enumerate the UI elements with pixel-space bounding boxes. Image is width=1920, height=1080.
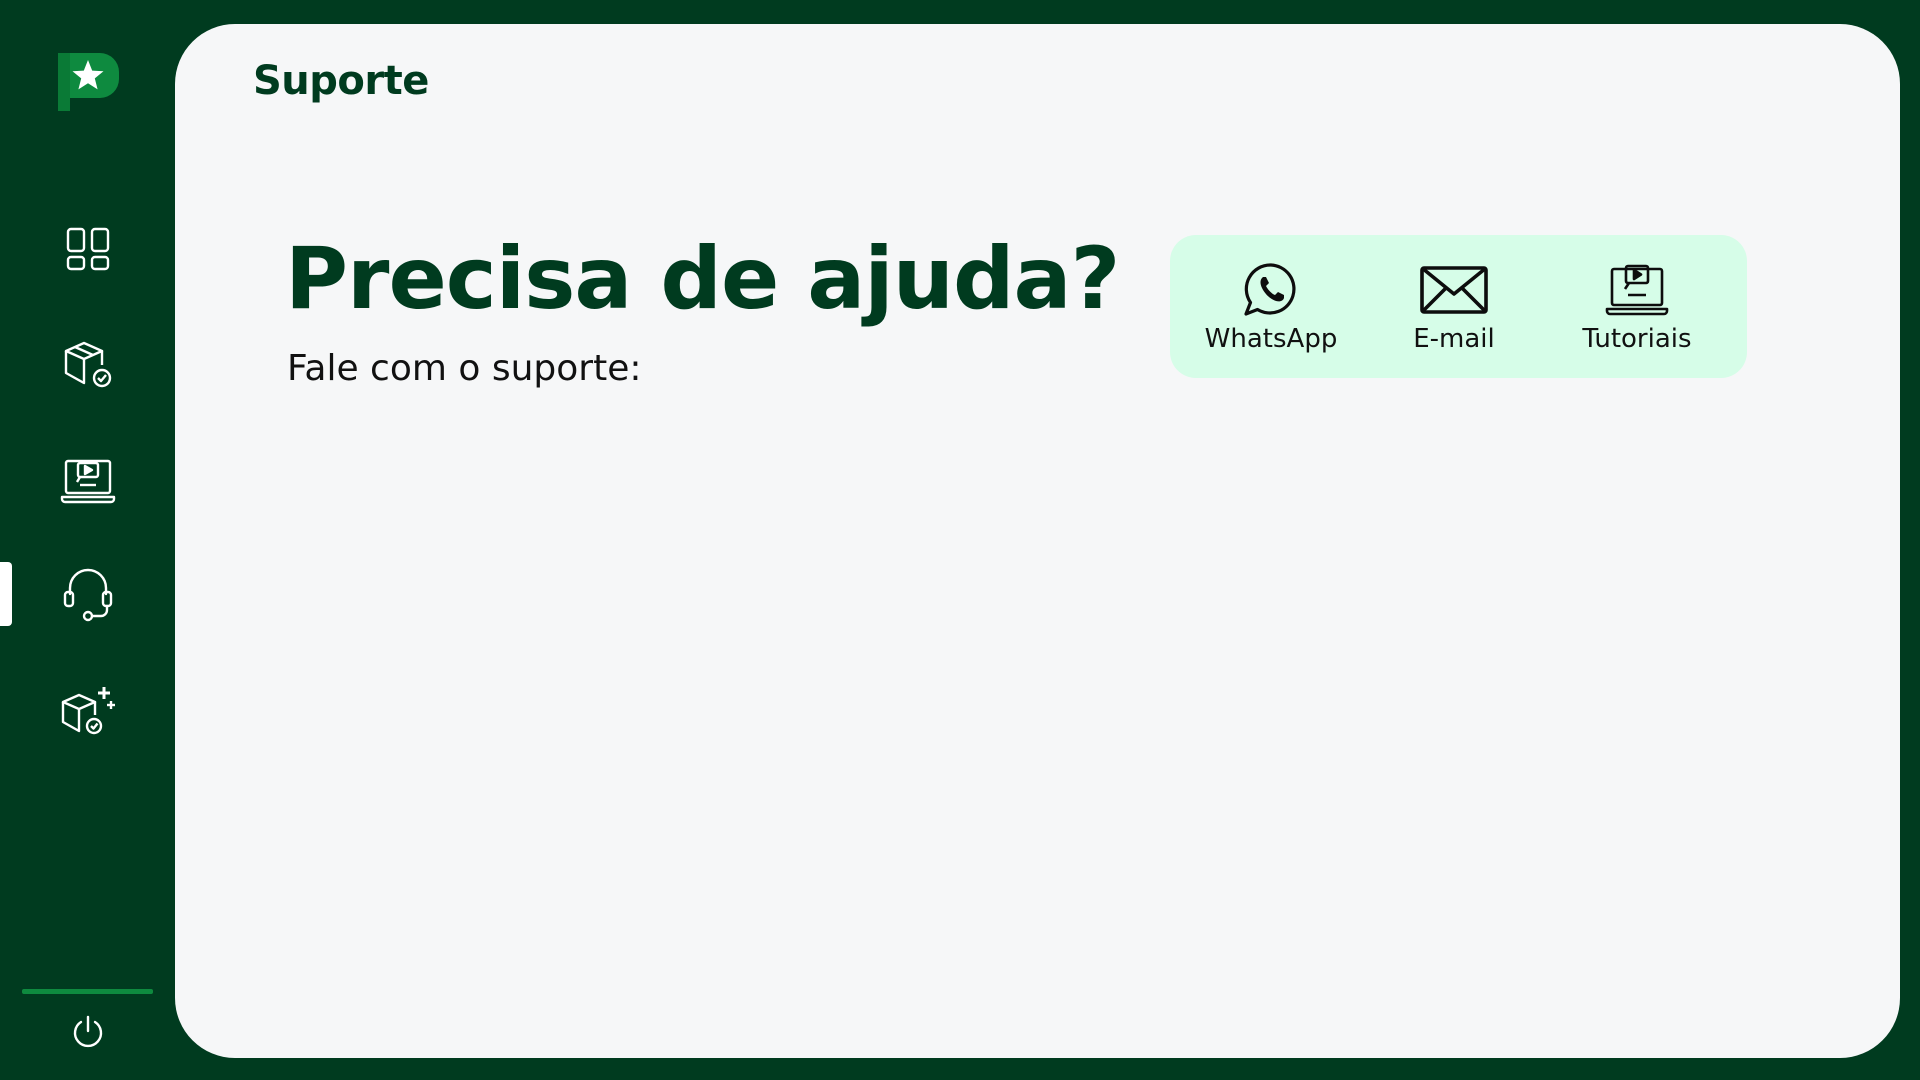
contact-label: Tutoriais bbox=[1582, 324, 1692, 354]
contact-options-card: WhatsApp E-mail Tutoriais bbox=[1170, 235, 1747, 378]
sidebar-item-dashboard[interactable] bbox=[48, 209, 128, 289]
sidebar-item-add-product[interactable] bbox=[48, 672, 128, 752]
laptop-video-icon bbox=[60, 457, 116, 505]
whatsapp-button[interactable]: WhatsApp bbox=[1186, 235, 1356, 378]
mail-icon bbox=[1420, 261, 1488, 319]
power-icon bbox=[70, 1014, 106, 1054]
app-window: Suporte Precisa de ajuda? Fale com o sup… bbox=[0, 0, 1920, 1080]
contact-label: E-mail bbox=[1413, 324, 1495, 354]
active-nav-indicator bbox=[0, 562, 12, 626]
box-add-icon bbox=[59, 685, 117, 739]
sidebar bbox=[0, 0, 175, 1080]
contact-label: WhatsApp bbox=[1204, 324, 1338, 354]
hero-subtitle: Fale com o suporte: bbox=[287, 348, 642, 389]
sidebar-item-support[interactable] bbox=[48, 554, 128, 634]
main-panel: Suporte Precisa de ajuda? Fale com o sup… bbox=[175, 24, 1900, 1058]
sidebar-divider bbox=[22, 989, 153, 994]
hero-title: Precisa de ajuda? bbox=[285, 229, 1120, 329]
page-title: Suporte bbox=[253, 58, 429, 104]
whatsapp-icon bbox=[1242, 261, 1300, 319]
sidebar-item-products[interactable] bbox=[48, 325, 128, 405]
logout-button[interactable] bbox=[66, 1012, 110, 1056]
tutorials-button[interactable]: Tutoriais bbox=[1552, 235, 1722, 378]
email-button[interactable]: E-mail bbox=[1369, 235, 1539, 378]
laptop-video-icon bbox=[1605, 261, 1669, 319]
headset-icon bbox=[62, 566, 114, 622]
box-check-icon bbox=[62, 339, 114, 391]
sidebar-item-tutorials[interactable] bbox=[48, 441, 128, 521]
dashboard-icon bbox=[66, 227, 110, 271]
brand-logo-icon[interactable] bbox=[56, 51, 121, 113]
